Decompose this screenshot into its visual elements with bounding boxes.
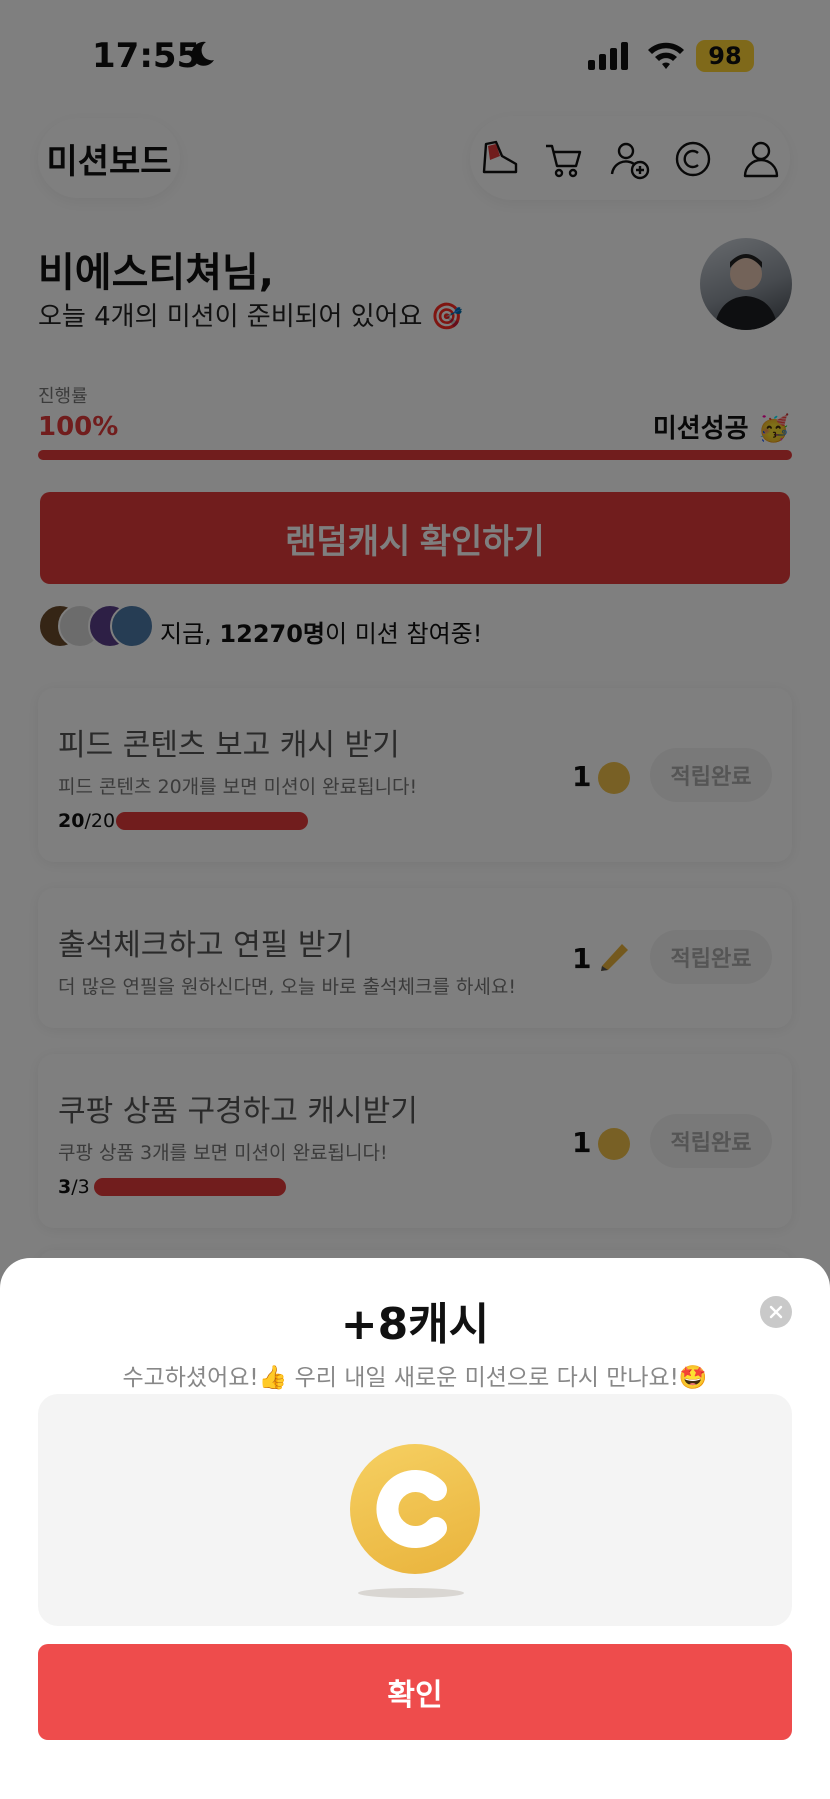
close-icon bbox=[769, 1305, 783, 1319]
reward-title: +8캐시 bbox=[340, 1299, 490, 1350]
coin-icon bbox=[350, 1444, 480, 1574]
cash-symbol-icon bbox=[376, 1470, 447, 1548]
coin-illustration-box bbox=[38, 1394, 792, 1626]
reward-message: 수고하셨어요!👍 우리 내일 새로운 미션으로 다시 만나요!🤩 bbox=[122, 1365, 708, 1391]
mission-board-page: 17:55 98 미션보드 비에스티쳐님, 오늘 4개의 미션이 준비되 bbox=[0, 0, 830, 1799]
confirm-button[interactable]: 확인 bbox=[38, 1644, 792, 1740]
coin-shadow bbox=[358, 1588, 464, 1598]
reward-bottom-sheet: +8캐시 수고하셨어요!👍 우리 내일 새로운 미션으로 다시 만나요!🤩 확인 bbox=[0, 1258, 830, 1799]
close-button[interactable] bbox=[760, 1296, 792, 1328]
